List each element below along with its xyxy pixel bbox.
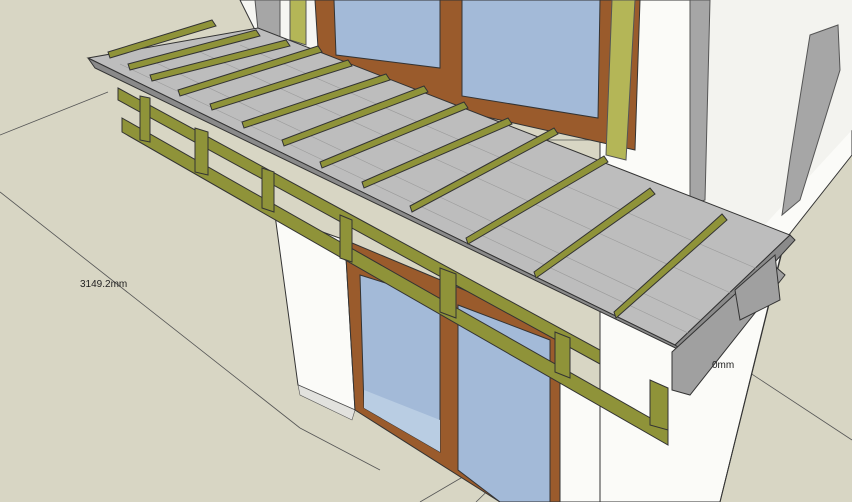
3d-model-viewport[interactable] [0, 0, 852, 502]
dimension-label-length: 3149.2mm [80, 279, 128, 290]
dimension-label-right: 0mm [712, 360, 735, 371]
